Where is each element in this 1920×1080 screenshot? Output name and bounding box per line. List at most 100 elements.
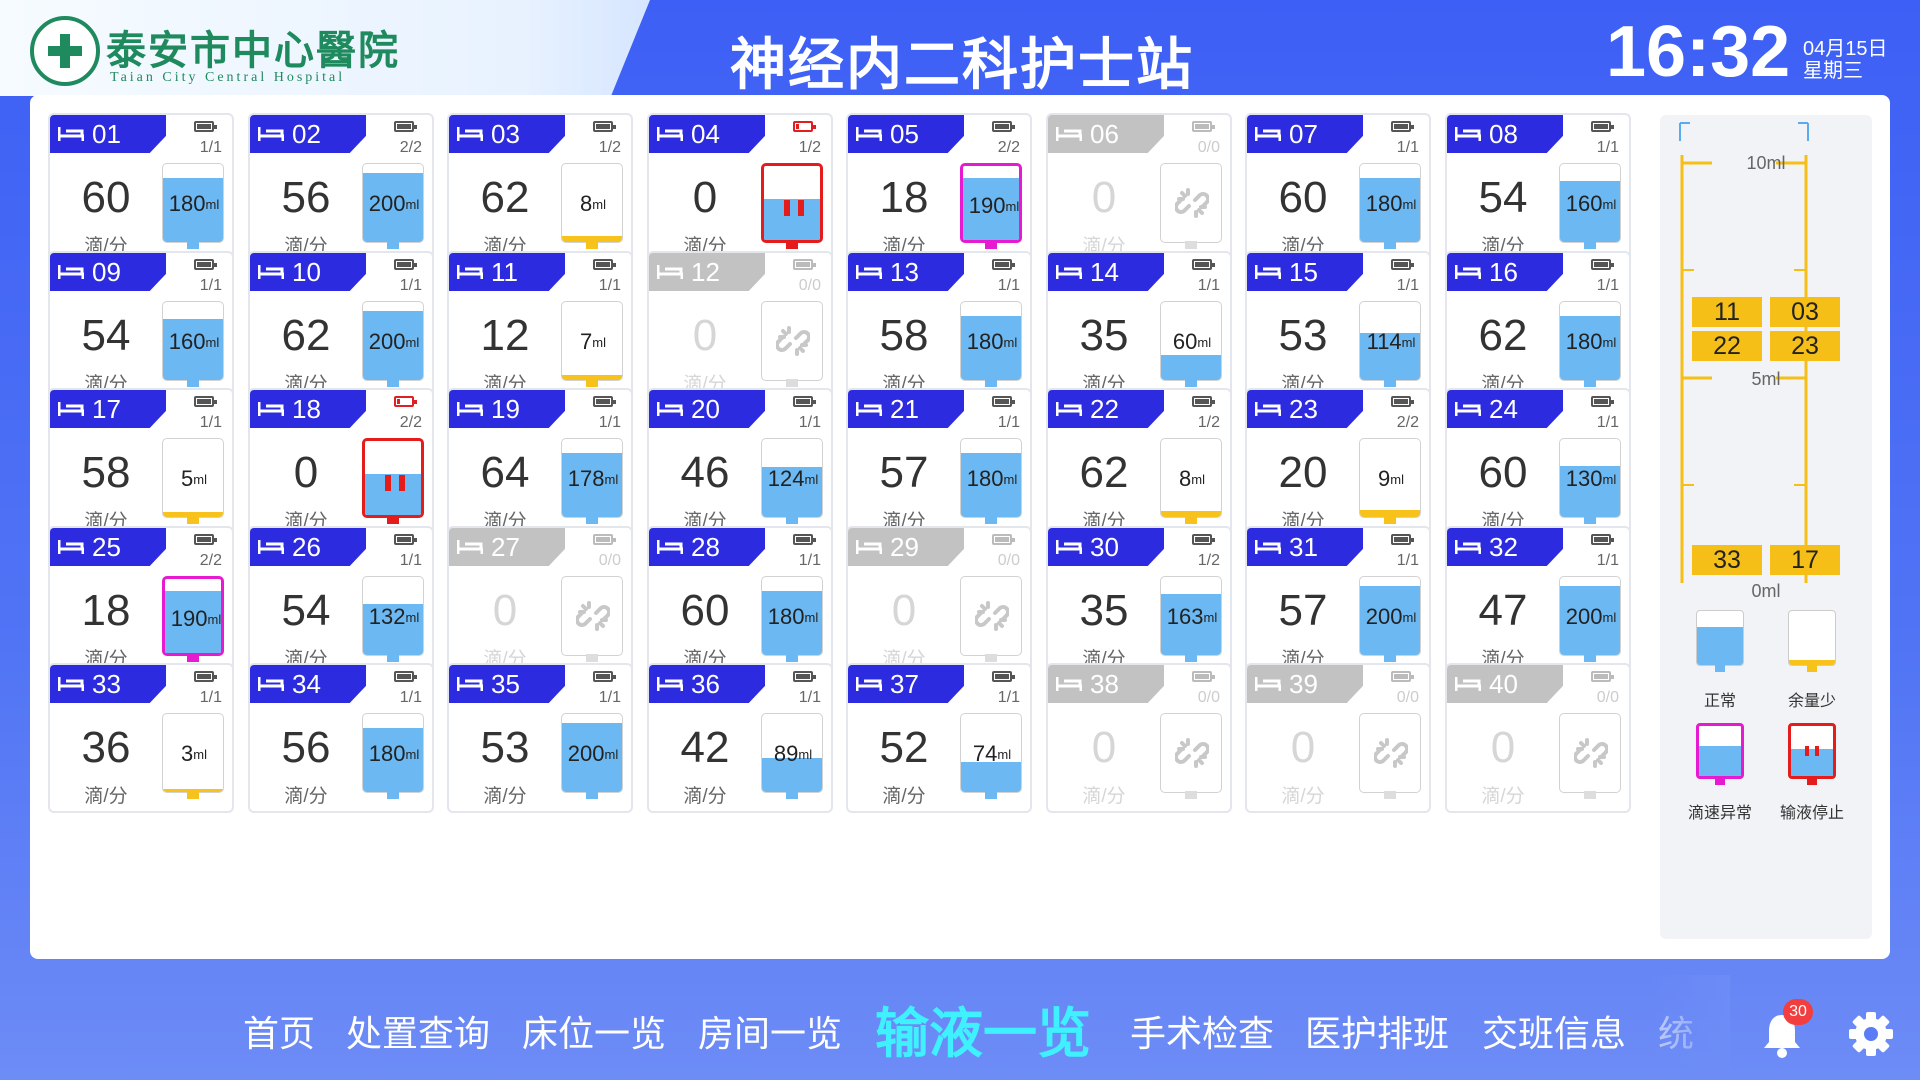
gear-icon[interactable] xyxy=(1848,1011,1894,1057)
nav-infusion-overview[interactable]: 输液一览 xyxy=(875,989,1091,1068)
bed-card[interactable]: 19 1/1 64 滴/分 178 ml xyxy=(447,388,633,538)
bed-card[interactable]: 13 1/1 58 滴/分 180 ml xyxy=(846,251,1032,401)
bed-number: 33 xyxy=(92,669,121,699)
legend-normal-icon xyxy=(1696,610,1744,672)
battery-icon xyxy=(593,121,616,132)
bed-card[interactable]: 29 0/0 0 滴/分 xyxy=(846,526,1032,676)
bed-card[interactable]: 18 2/2 0 滴/分 xyxy=(248,388,434,538)
volume-unit: ml xyxy=(207,611,222,627)
bed-card[interactable]: 34 1/1 56 滴/分 180 ml xyxy=(248,663,434,813)
nav-home[interactable]: 首页 xyxy=(243,1005,315,1057)
hospital-logo-icon xyxy=(30,16,100,86)
bed-card[interactable]: 38 0/0 0 滴/分 xyxy=(1046,663,1232,813)
bed-card[interactable]: 16 1/1 62 滴/分 180 ml xyxy=(1445,251,1631,401)
nav-staff-schedule[interactable]: 医护排班 xyxy=(1305,1005,1449,1057)
bed-card[interactable]: 15 1/1 53 滴/分 114 ml xyxy=(1245,251,1431,401)
pause-icon xyxy=(782,200,806,216)
bed-card[interactable]: 31 1/1 57 滴/分 200 ml xyxy=(1245,526,1431,676)
bed-icon xyxy=(657,127,683,141)
bag-outlet xyxy=(187,516,199,524)
bed-card[interactable]: 40 0/0 0 滴/分 xyxy=(1445,663,1631,813)
drip-rate: 56 xyxy=(281,173,331,222)
infusion-bag-icon: 163 ml xyxy=(1160,576,1222,662)
bed-card[interactable]: 20 1/1 46 滴/分 124 ml xyxy=(647,388,833,538)
bed-icon xyxy=(1455,677,1481,691)
nav-surgery-exam[interactable]: 手术检查 xyxy=(1130,1005,1274,1057)
bed-card[interactable]: 01 1/1 60 滴/分 180 ml xyxy=(48,113,234,263)
legend-normal-label: 正常 xyxy=(1703,693,1736,710)
bottle-count: 1/1 xyxy=(1596,277,1619,294)
bed-card[interactable]: 23 2/2 20 滴/分 9 ml xyxy=(1245,388,1431,538)
volume-unit: ml xyxy=(193,746,207,762)
drip-rate: 58 xyxy=(879,311,929,360)
nav-bed-overview[interactable]: 床位一览 xyxy=(522,1005,666,1057)
bed-card[interactable]: 09 1/1 54 滴/分 160 ml xyxy=(48,251,234,401)
bag-body: 180 ml xyxy=(362,713,424,793)
bed-card[interactable]: 08 1/1 54 滴/分 160 ml xyxy=(1445,113,1631,263)
bed-number: 37 xyxy=(890,669,919,699)
legend-stopped-label: 输液停止 xyxy=(1779,805,1844,822)
bed-number: 11 xyxy=(491,257,518,287)
bed-card[interactable]: 27 0/0 0 滴/分 xyxy=(447,526,633,676)
low-bed-chip[interactable]: 11 xyxy=(1692,297,1762,327)
bottle-count: 1/1 xyxy=(1396,552,1419,569)
bed-number-tag: 12 xyxy=(649,253,765,291)
bed-card[interactable]: 22 1/2 62 滴/分 8 ml xyxy=(1046,388,1232,538)
infusion-bag-icon: 9 ml xyxy=(1359,438,1421,524)
bed-card[interactable]: 03 1/2 62 滴/分 8 ml xyxy=(447,113,633,263)
bag-outlet xyxy=(187,241,199,249)
volume-value: 114 xyxy=(1366,329,1402,354)
bed-number: 18 xyxy=(292,394,321,424)
bed-icon xyxy=(58,402,84,416)
bottle-count: 1/1 xyxy=(199,277,222,294)
bed-card[interactable]: 14 1/1 35 滴/分 60 ml xyxy=(1046,251,1232,401)
low-bed-chip[interactable]: 33 xyxy=(1692,545,1762,575)
bag-body: 132 ml xyxy=(362,576,424,656)
bed-card[interactable]: 36 1/1 42 滴/分 89 ml xyxy=(647,663,833,813)
nav-treatment-query[interactable]: 处置查询 xyxy=(346,1005,490,1057)
drip-rate: 62 xyxy=(1079,448,1129,497)
bed-number: 25 xyxy=(92,532,121,562)
low-bed-chip[interactable]: 23 xyxy=(1770,331,1840,361)
bed-card[interactable]: 39 0/0 0 滴/分 xyxy=(1245,663,1431,813)
bag-body: 74 ml xyxy=(960,713,1022,793)
bed-number: 02 xyxy=(292,119,321,149)
bed-card[interactable]: 26 1/1 54 滴/分 132 ml xyxy=(248,526,434,676)
bag-body: 180 ml xyxy=(162,163,224,243)
bed-number-tag: 17 xyxy=(50,390,166,428)
bed-card[interactable]: 11 1/1 12 滴/分 7 ml xyxy=(447,251,633,401)
bed-icon xyxy=(856,540,882,554)
bag-body xyxy=(1160,713,1222,793)
remaining-volume: 200 ml xyxy=(363,302,423,380)
bed-number-tag: 04 xyxy=(649,115,765,153)
bag-outlet xyxy=(1584,654,1596,662)
bed-card[interactable]: 12 0/0 0 滴/分 xyxy=(647,251,833,401)
infusion-bag-icon: 200 ml xyxy=(362,301,424,387)
bed-card[interactable]: 05 2/2 18 滴/分 190 ml xyxy=(846,113,1032,263)
bed-card[interactable]: 25 2/2 18 滴/分 190 ml xyxy=(48,526,234,676)
drip-rate: 42 xyxy=(680,723,730,772)
bed-card[interactable]: 07 1/1 60 滴/分 180 ml xyxy=(1245,113,1431,263)
bed-card[interactable]: 32 1/1 47 滴/分 200 ml xyxy=(1445,526,1631,676)
nav-handover-info[interactable]: 交班信息 xyxy=(1482,1005,1626,1057)
bottle-count: 2/2 xyxy=(399,414,422,431)
nav-room-overview[interactable]: 房间一览 xyxy=(698,1005,842,1057)
bed-card[interactable]: 37 1/1 52 滴/分 74 ml xyxy=(846,663,1032,813)
low-bed-chip[interactable]: 22 xyxy=(1692,331,1762,361)
bed-card[interactable]: 06 0/0 0 滴/分 xyxy=(1046,113,1232,263)
bed-card[interactable]: 24 1/1 60 滴/分 130 ml xyxy=(1445,388,1631,538)
bed-card[interactable]: 33 1/1 36 滴/分 3 ml xyxy=(48,663,234,813)
bed-card[interactable]: 02 2/2 56 滴/分 200 ml xyxy=(248,113,434,263)
bed-card[interactable]: 35 1/1 53 滴/分 200 ml xyxy=(447,663,633,813)
bottle-count: 1/1 xyxy=(598,689,621,706)
bottle-count: 1/1 xyxy=(1197,277,1220,294)
bed-card[interactable]: 28 1/1 60 滴/分 180 ml xyxy=(647,526,833,676)
bed-card[interactable]: 21 1/1 57 滴/分 180 ml xyxy=(846,388,1032,538)
low-bed-chip[interactable]: 03 xyxy=(1770,297,1840,327)
infusion-bag-icon: 200 ml xyxy=(1359,576,1421,662)
bed-card[interactable]: 17 1/1 58 滴/分 5 ml xyxy=(48,388,234,538)
bed-card[interactable]: 30 1/2 35 滴/分 163 ml xyxy=(1046,526,1232,676)
bed-card[interactable]: 04 1/2 0 滴/分 xyxy=(647,113,833,263)
bed-card[interactable]: 10 1/1 62 滴/分 200 ml xyxy=(248,251,434,401)
low-bed-chip[interactable]: 17 xyxy=(1770,545,1840,575)
